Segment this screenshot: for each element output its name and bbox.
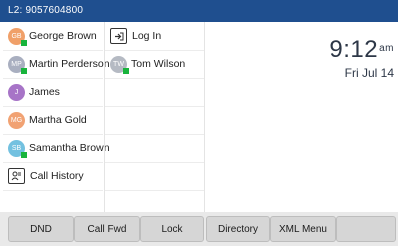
contact-samantha-brown[interactable]: SB Samantha Brown (3, 134, 110, 163)
date-display: Fri Jul 14 (344, 66, 394, 80)
login-icon (110, 28, 127, 44)
contact-james[interactable]: J James (3, 78, 103, 107)
login-button[interactable]: Log In (105, 22, 205, 51)
contact-name: Martha Gold (29, 114, 87, 126)
contact-name: Samantha Brown (29, 142, 110, 154)
softkey-lock[interactable]: Lock (140, 216, 204, 242)
softkey-call-fwd[interactable]: Call Fwd (74, 216, 140, 242)
call-history-button[interactable]: Call History (3, 162, 103, 191)
softkey-directory[interactable]: Directory (206, 216, 270, 242)
empty-slot[interactable] (105, 78, 205, 107)
avatar: MG (8, 111, 25, 129)
home-screen: GB George Brown MP Martin Perderson J Ja… (0, 22, 398, 212)
time-display: 9:12am (329, 38, 394, 62)
softkey-dnd[interactable]: DND (8, 216, 74, 242)
softkey-xml-menu[interactable]: XML Menu (270, 216, 336, 242)
call-history-label: Call History (30, 170, 84, 182)
status-bar: L2: 9057604800 (0, 0, 398, 22)
presence-indicator (123, 67, 129, 74)
avatar: SB (8, 139, 27, 158)
contact-name: George Brown (29, 30, 97, 42)
contact-name: James (29, 86, 60, 98)
empty-slot[interactable] (105, 134, 205, 163)
softkey-empty[interactable] (336, 216, 396, 242)
speed-dial-column-2: Log In TW Tom Wilson (104, 22, 205, 212)
presence-indicator (21, 67, 27, 74)
avatar: J (8, 83, 25, 101)
empty-slot[interactable] (105, 106, 205, 135)
divider (204, 22, 205, 212)
avatar: GB (8, 27, 27, 46)
contact-tom-wilson[interactable]: TW Tom Wilson (105, 50, 205, 79)
contact-martha-gold[interactable]: MG Martha Gold (3, 106, 103, 135)
time-value: 9:12 (329, 36, 379, 63)
contact-martin-perderson[interactable]: MP Martin Perderson (3, 50, 110, 79)
presence-indicator (21, 39, 27, 46)
softkey-bar: DND Call Fwd Lock Directory XML Menu (0, 212, 398, 246)
presence-indicator (21, 151, 27, 158)
empty-slot[interactable] (105, 162, 205, 191)
clock-widget: 9:12am Fri Jul 14 (329, 38, 394, 81)
contact-name: Tom Wilson (131, 58, 186, 70)
avatar: TW (110, 55, 129, 74)
call-history-icon (8, 168, 25, 184)
contact-george-brown[interactable]: GB George Brown (3, 22, 103, 51)
login-label: Log In (132, 30, 162, 42)
avatar: MP (8, 55, 27, 74)
line-label: L2: 9057604800 (8, 5, 84, 16)
ampm: am (379, 43, 394, 54)
contact-name: Martin Perderson (29, 58, 110, 70)
